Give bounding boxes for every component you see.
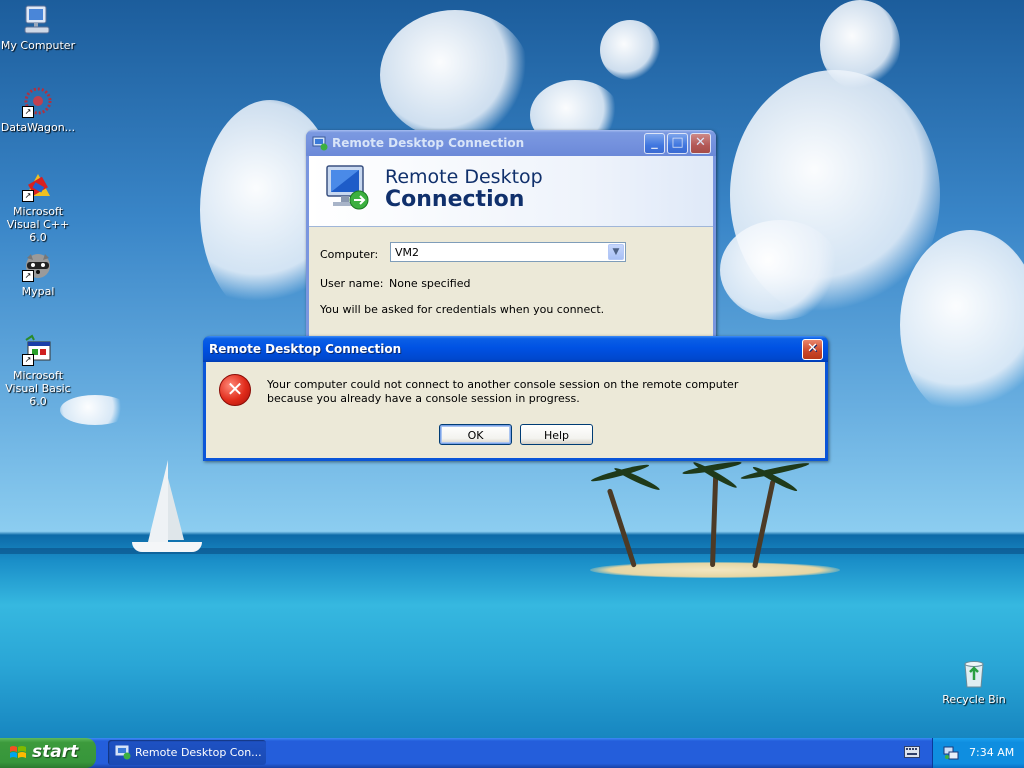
cloud: [600, 20, 660, 80]
desktop-icon-label: DataWagon...: [0, 121, 76, 134]
error-x-icon: ✕: [219, 374, 251, 406]
computer-label: Computer:: [320, 248, 379, 261]
computer-value: VM2: [395, 246, 420, 259]
desktop-icon-label: Microsoft Visual Basic 6.0: [5, 369, 71, 408]
rdc-banner-title-line1: Remote Desktop: [385, 166, 543, 188]
minimize-button[interactable]: _: [644, 133, 665, 154]
taskbar-item-rdc[interactable]: Remote Desktop Con...: [108, 740, 266, 765]
desktop-icon-visual-cpp[interactable]: ↗ Microsoft Visual C++ 6.0: [0, 170, 78, 244]
recycle-bin-icon: [958, 658, 990, 690]
rdc-monitor-icon: [325, 164, 371, 212]
error-dialog-titlebar[interactable]: Remote Desktop Connection ✕: [203, 336, 828, 362]
rdc-window: Remote Desktop Connection _ □ ✕ Remote D…: [306, 130, 716, 344]
close-icon: ✕: [807, 341, 818, 356]
sailboat-sail: [148, 460, 168, 542]
error-dialog-body: ✕ Your computer could not connect to ano…: [206, 362, 825, 458]
mypal-raccoon-icon: ↗: [22, 250, 54, 282]
desktop-icon-recycle-bin[interactable]: Recycle Bin: [934, 658, 1014, 706]
desktop-icon-visual-basic[interactable]: ↗ Microsoft Visual Basic 6.0: [0, 334, 78, 408]
rdc-banner-title-line2: Connection: [385, 187, 525, 212]
desktop-icon-my-computer[interactable]: My Computer: [0, 4, 78, 52]
error-dialog-title: Remote Desktop Connection: [209, 342, 402, 356]
visual-cpp-icon: ↗: [22, 170, 54, 202]
shortcut-arrow-icon: ↗: [22, 270, 34, 282]
maximize-button[interactable]: □: [667, 133, 688, 154]
username-value: None specified: [389, 277, 471, 290]
rdc-banner: Remote Desktop Connection: [309, 156, 713, 227]
shortcut-arrow-icon: ↗: [22, 354, 34, 366]
desktop-icon-label: My Computer: [0, 39, 76, 52]
minimize-icon: _: [651, 135, 658, 150]
keyboard-icon[interactable]: [904, 746, 920, 758]
cloud: [720, 220, 840, 320]
computer-combobox[interactable]: VM2 ▼: [390, 242, 626, 262]
sailboat-hull: [132, 542, 202, 552]
credentials-note: You will be asked for credentials when y…: [320, 303, 605, 316]
shortcut-arrow-icon: ↗: [22, 106, 34, 118]
close-button[interactable]: ✕: [690, 133, 711, 154]
cloud: [820, 0, 900, 90]
taskbar: start Remote Desktop Con... 7:34 AM: [0, 738, 1024, 768]
network-tray-icon[interactable]: [943, 745, 959, 761]
windows-flag-icon: [9, 745, 27, 761]
datawagon-icon: ↗: [22, 86, 54, 118]
desktop-icon-label: Mypal: [21, 285, 55, 298]
clock[interactable]: 7:34 AM: [969, 746, 1014, 759]
system-tray: 7:34 AM: [932, 738, 1024, 768]
desktop-icon-datawagon[interactable]: ↗ DataWagon...: [0, 86, 78, 134]
rdc-window-title: Remote Desktop Connection: [332, 136, 525, 150]
palm-trunk: [752, 479, 776, 569]
error-message: Your computer could not connect to anoth…: [267, 378, 739, 405]
rdc-window-body: Remote Desktop Connection Computer: VM2 …: [309, 156, 713, 341]
ok-button[interactable]: OK: [439, 424, 512, 445]
desktop-icon-label: Microsoft Visual C++ 6.0: [6, 205, 70, 244]
palm-trunk: [606, 488, 637, 568]
cloud: [380, 10, 530, 140]
cloud: [900, 230, 1024, 420]
start-label: start: [32, 742, 79, 762]
rdc-app-icon: [115, 745, 131, 760]
username-label: User name:: [320, 277, 384, 290]
maximize-icon: □: [671, 135, 684, 150]
rdc-window-titlebar[interactable]: Remote Desktop Connection _ □ ✕: [306, 130, 716, 156]
rdc-app-icon: [312, 135, 328, 151]
my-computer-icon: [22, 4, 54, 36]
close-icon: ✕: [695, 135, 706, 150]
start-button[interactable]: start: [0, 738, 96, 768]
sailboat-sail: [168, 478, 184, 540]
desktop-icon-label: Recycle Bin: [942, 693, 1006, 706]
chevron-down-icon[interactable]: ▼: [608, 244, 624, 260]
taskbar-item-label: Remote Desktop Con...: [135, 746, 262, 759]
shortcut-arrow-icon: ↗: [22, 190, 34, 202]
error-dialog: Remote Desktop Connection ✕ ✕ Your compu…: [203, 336, 828, 461]
help-button[interactable]: Help: [520, 424, 593, 445]
visual-basic-icon: ↗: [22, 334, 54, 366]
close-button[interactable]: ✕: [802, 339, 823, 360]
desktop-icon-mypal[interactable]: ↗ Mypal: [0, 250, 78, 298]
